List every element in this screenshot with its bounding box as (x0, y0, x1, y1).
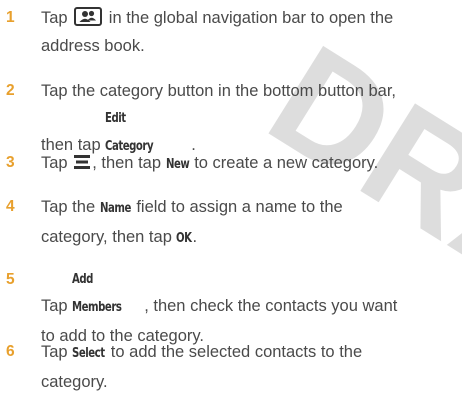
step-text-part: Tap the (41, 198, 96, 216)
menu-icon (74, 155, 91, 169)
command-label: OK (176, 231, 193, 246)
step-text: Tap the Name field to assign a name to t… (41, 193, 459, 253)
step-number: 4 (6, 198, 15, 215)
step-number: 3 (6, 154, 15, 171)
address-book-icon (74, 7, 103, 26)
step-text-part: , then tap (92, 154, 162, 172)
step-text-part: Tap (41, 343, 68, 361)
step-number: 2 (6, 82, 15, 99)
step-text-part: in the global navigation bar to open the (108, 9, 394, 27)
instruction-steps: 1 Tap in the global navigation bar to op… (0, 0, 462, 413)
step-text-part: to create a new category. (194, 154, 379, 172)
step-text-part: field to assign a name to the (136, 198, 343, 216)
step-number: 1 (6, 9, 15, 26)
step-number: 5 (6, 271, 15, 288)
step-text-part: Tap (41, 297, 68, 315)
command-label: New (165, 157, 190, 172)
step-text-part: Tap (41, 9, 68, 27)
command-label: Add Members (72, 272, 122, 315)
step-text-part: . (192, 228, 198, 246)
command-label: Select (72, 346, 105, 361)
step-text-part: Tap the category button in the bottom bu… (41, 82, 396, 100)
step-text: Tap , then tap New to create a new categ… (41, 149, 459, 179)
step-text-part: category. (41, 373, 108, 391)
step-text-part: , then check the contacts you want (144, 297, 398, 315)
step-number: 6 (6, 343, 15, 360)
step-text-part: Tap (41, 154, 68, 172)
step-text-part: category, then tap (41, 228, 172, 246)
step-text-part: address book. (41, 37, 145, 55)
step-text: Tap Select to add the selected contacts … (41, 338, 459, 396)
step-text-part: to add the selected contacts to the (110, 343, 363, 361)
command-label: Name (99, 201, 131, 216)
step-text: Tap in the global navigation bar to open… (41, 4, 459, 60)
